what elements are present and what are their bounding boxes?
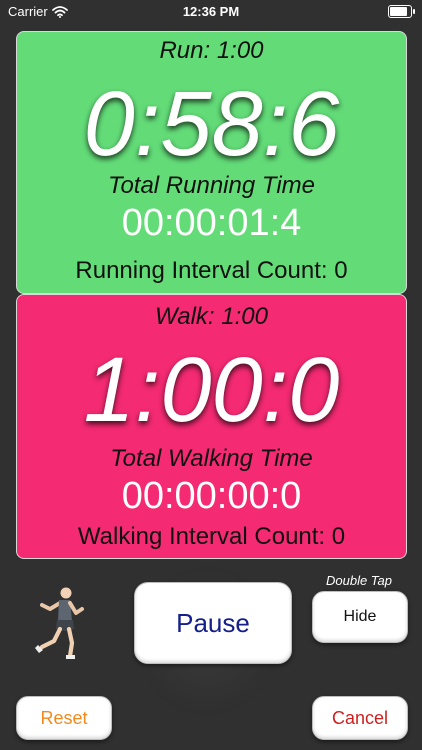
pause-button[interactable]: Pause <box>134 582 292 664</box>
total-running-time-value: 00:00:01:4 <box>121 202 302 244</box>
status-bar: Carrier 12:36 PM <box>0 0 422 24</box>
walking-interval-count: Walking Interval Count: 0 <box>77 523 346 550</box>
runner-figure-icon <box>35 587 84 659</box>
reset-button[interactable]: Reset <box>16 696 112 740</box>
run-panel: Run: 1:00 0:58:6 Total Running Time 00:0… <box>16 31 407 294</box>
total-walking-time-value: 00:00:00:0 <box>121 475 302 517</box>
walk-panel: Walk: 1:00 1:00:0 Total Walking Time 00:… <box>16 294 407 559</box>
status-time: 12:36 PM <box>182 4 240 19</box>
battery-icon <box>388 5 415 18</box>
total-running-time-label: Total Running Time <box>107 172 315 199</box>
walk-countdown: 1:00:0 <box>83 339 340 441</box>
walk-interval-title: Walk: 1:00 <box>155 303 268 330</box>
run-interval-title: Run: 1:00 <box>159 37 264 64</box>
cancel-button[interactable]: Cancel <box>312 696 408 740</box>
run-countdown: 0:58:6 <box>83 73 340 175</box>
hide-button[interactable]: Hide <box>312 591 408 643</box>
total-walking-time-label: Total Walking Time <box>110 445 313 472</box>
double-tap-hint: Double Tap <box>325 573 392 588</box>
running-interval-count: Running Interval Count: 0 <box>75 257 348 284</box>
battery-level-fill <box>390 7 408 16</box>
